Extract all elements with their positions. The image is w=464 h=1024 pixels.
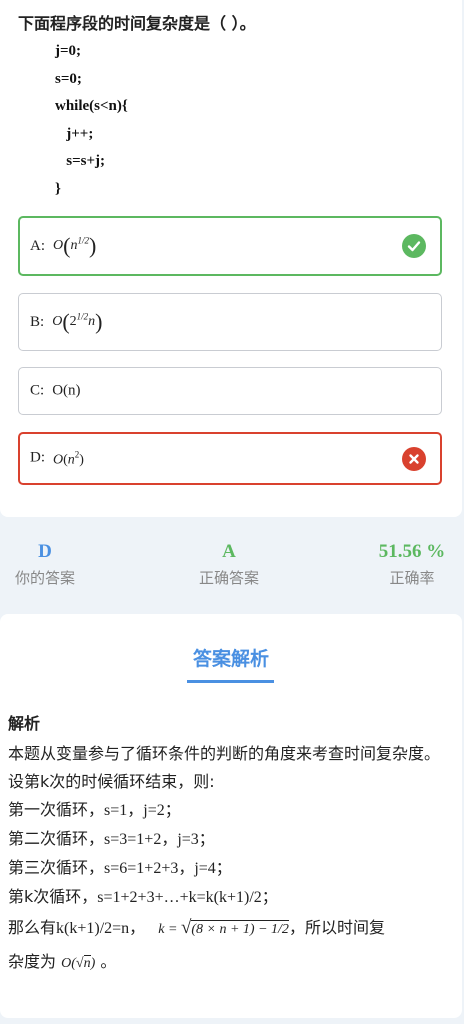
option-label: B: [30, 313, 45, 330]
check-icon [402, 234, 426, 258]
x-icon [402, 446, 426, 471]
option-formula: O(21/2n) [52, 309, 103, 334]
code-line: s=s+j; [55, 153, 106, 169]
correct-rate-label: 正确率 [389, 569, 435, 587]
your-answer-stat: D 你的答案 [8, 541, 82, 588]
question-title: 下面程序段的时间复杂度是（ ）。 [18, 14, 256, 33]
complexity-formula: O(√n) [61, 955, 96, 971]
explanation-subheading: 解析 [8, 714, 41, 733]
explanation-line: 杂度为 O(√n) 。 [8, 952, 117, 971]
code-line: j++; [55, 125, 94, 142]
formula: k = √(8 × n + 1) − 1/2 [158, 917, 289, 938]
code-line: } [55, 180, 61, 197]
code-block: j=0; s=0; while(s<n){ j++; s=s+j;} [55, 38, 128, 203]
question-card: 下面程序段的时间复杂度是（ ）。 j=0; s=0; while(s<n){ j++… [0, 0, 462, 517]
option-label: D: [30, 450, 45, 466]
explanation-line: 第三次循环，s=6=1+2+3，j=4； [8, 858, 232, 877]
option-b[interactable]: B: O(21/2n) [18, 293, 442, 351]
correct-answer-label: 正确答案 [198, 569, 259, 587]
explanation-line: 设第k次的时候循环结束，则: [8, 772, 215, 791]
correct-answer-stat: A 正确答案 [191, 541, 267, 588]
code-line: while(s<n){ [55, 98, 128, 114]
option-label: C: [30, 382, 45, 399]
code-line: j=0; [55, 43, 82, 59]
your-answer-label: 你的答案 [14, 569, 75, 587]
explanation-line: 本题从变量参与了循环条件的判断的角度来考查时间复杂度。 [8, 744, 441, 763]
option-c[interactable]: C: O(n) [18, 367, 442, 415]
your-answer-value: D [38, 541, 52, 562]
explanation-body: 本题从变量参与了循环条件的判断的角度来考查时间复杂度。 设第k次的时候循环结束，… [8, 740, 454, 978]
option-formula: O(n1/2) [53, 233, 97, 258]
option-formula: O(n2) [53, 449, 84, 467]
option-d[interactable]: D: O(n2) [18, 432, 442, 485]
explanation-line: 第一次循环，s=1，j=2； [8, 800, 181, 819]
explanation-line: 第二次循环，s=3=1+2，j=3； [8, 829, 215, 848]
tab-underline [187, 680, 274, 683]
option-a[interactable]: A: O(n1/2) [18, 216, 442, 276]
option-label: A: [30, 237, 45, 254]
correct-rate-value: 51.56 % [378, 541, 446, 562]
answer-stats: D 你的答案 A 正确答案 51.56 % 正确率 [0, 527, 464, 607]
explanation-tab[interactable]: 答案解析 [0, 644, 462, 671]
correct-rate-stat: 51.56 % 正确率 [370, 541, 454, 588]
correct-answer-value: A [222, 541, 236, 562]
explanation-card: 答案解析 解析 本题从变量参与了循环条件的判断的角度来考查时间复杂度。 设第k次… [0, 614, 462, 1018]
code-line: s=0; [55, 70, 82, 87]
explanation-line: 那么有k(k+1)/2=n， k = √(8 × n + 1) − 1/2，所以… [8, 917, 385, 938]
option-formula: O(n) [52, 382, 81, 399]
explanation-line: 第k次循环，s=1+2+3+…+k=k(k+1)/2； [8, 887, 278, 906]
